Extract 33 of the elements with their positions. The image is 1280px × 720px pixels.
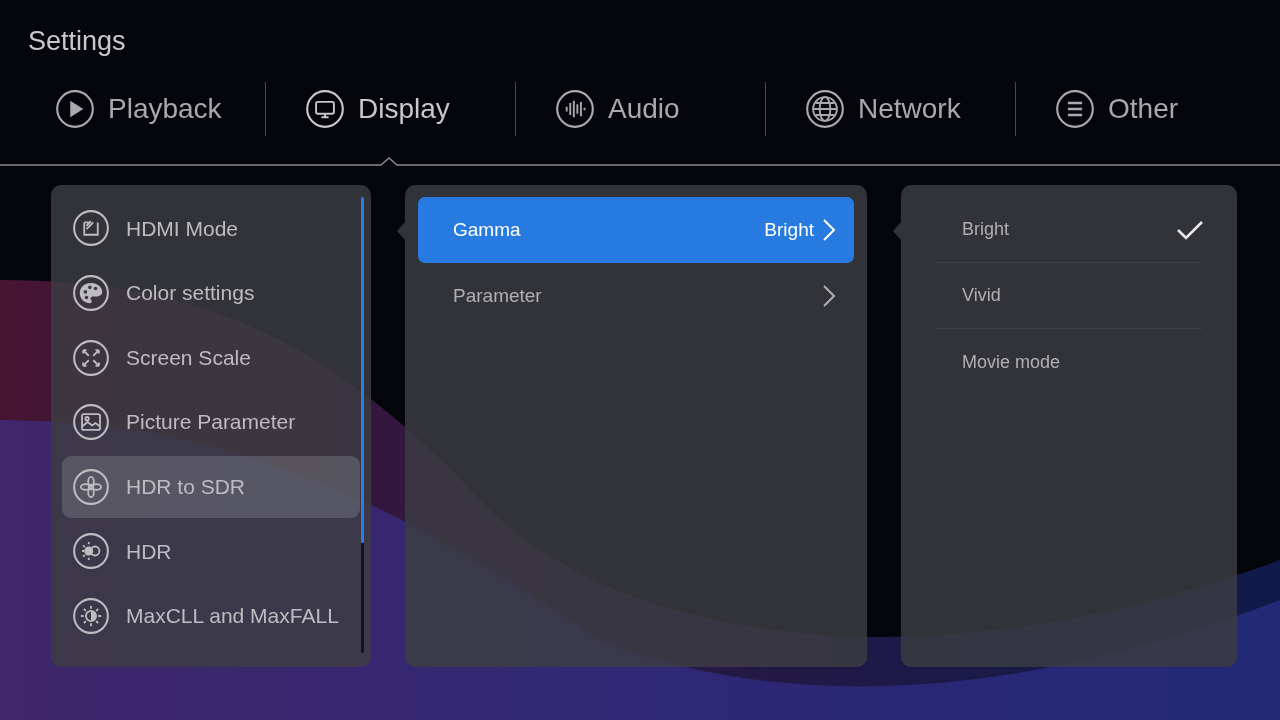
setting-row[interactable]: Parameter <box>418 263 854 330</box>
option-item[interactable]: Bright <box>936 197 1202 264</box>
sidebar-item[interactable]: Picture Parameter <box>62 391 360 454</box>
tab[interactable]: Display <box>266 81 515 138</box>
tab[interactable]: Network <box>766 81 1015 138</box>
image-icon <box>73 404 109 441</box>
tab[interactable]: Other <box>1016 81 1265 138</box>
option-item[interactable]: Vivid <box>936 263 1202 330</box>
sound-wave-icon <box>556 90 594 129</box>
globe-icon <box>806 90 844 129</box>
option-item[interactable]: Movie mode <box>936 329 1202 396</box>
page-title: Settings <box>27 25 127 58</box>
brightness-icon <box>73 597 109 634</box>
play-icon <box>56 90 94 129</box>
sidebar-item[interactable]: Screen Scale <box>62 326 360 389</box>
chevron-right-icon <box>822 284 836 309</box>
palette-icon <box>73 275 109 311</box>
sidebar-item[interactable]: MaxCLL and MaxFALL <box>62 584 360 647</box>
sidebar-item[interactable]: HDR to SDR <box>62 455 360 518</box>
flower-icon <box>73 468 109 505</box>
tab[interactable]: Playback <box>16 81 265 138</box>
chevron-right-icon <box>822 218 836 243</box>
setting-row[interactable]: Gamma Bright <box>418 197 854 264</box>
monitor-icon <box>306 90 344 129</box>
sidebar-item[interactable]: HDR <box>62 520 360 583</box>
setting-value: Bright <box>764 218 814 243</box>
sidebar-item[interactable]: HDMI Mode <box>62 197 360 260</box>
list-icon <box>1056 90 1094 129</box>
sun-circles-icon <box>73 533 109 570</box>
sidebar-item[interactable]: Color settings <box>62 262 360 324</box>
expand-arrows-icon <box>73 339 109 376</box>
square-hatched-icon <box>73 210 109 247</box>
tab[interactable]: Audio <box>516 81 765 138</box>
